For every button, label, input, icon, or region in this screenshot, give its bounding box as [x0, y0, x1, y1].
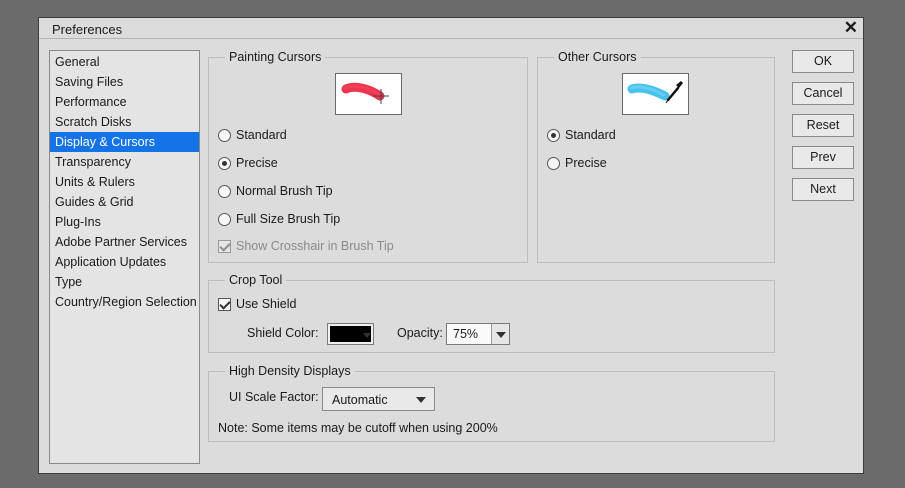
radio-circle[interactable]	[218, 184, 231, 198]
crop-tool-group: Crop Tool Use Shield Shield Color: Opaci…	[208, 273, 775, 353]
high-density-title: High Density Displays	[225, 364, 355, 378]
crop-tool-title: Crop Tool	[225, 273, 287, 287]
checkbox-label: Show Crosshair in Brush Tip	[236, 239, 394, 253]
shield-color-label: Shield Color:	[247, 326, 319, 340]
close-icon[interactable]: ✕	[844, 19, 858, 37]
option-label: Standard	[565, 128, 616, 142]
nav-item-type[interactable]: Type	[50, 272, 199, 292]
nav-item-general[interactable]: General	[50, 52, 199, 72]
checkbox-label: Use Shield	[236, 297, 297, 311]
category-list: General Saving Files Performance Scratch…	[49, 50, 200, 464]
radio-circle[interactable]	[547, 128, 560, 142]
painting-cursor-preview	[335, 73, 402, 115]
painting-full-size-brush-tip-radio[interactable]: Full Size Brush Tip	[218, 210, 340, 228]
high-density-note: Note: Some items may be cutoff when usin…	[218, 421, 498, 435]
nav-item-adobe-partner-services[interactable]: Adobe Partner Services	[50, 232, 199, 252]
opacity-value[interactable]: 75%	[453, 327, 478, 341]
option-label: Normal Brush Tip	[236, 184, 333, 198]
chevron-down-icon[interactable]	[412, 389, 430, 409]
nav-item-country-region-selection[interactable]: Country/Region Selection	[50, 292, 199, 312]
ui-scale-factor-label: UI Scale Factor:	[229, 390, 319, 404]
checkbox-box[interactable]	[218, 297, 231, 311]
shield-color-swatch[interactable]	[327, 323, 374, 345]
ui-scale-factor-value[interactable]: Automatic	[332, 393, 388, 407]
nav-item-plug-ins[interactable]: Plug-Ins	[50, 212, 199, 232]
nav-item-transparency[interactable]: Transparency	[50, 152, 199, 172]
radio-circle[interactable]	[218, 212, 231, 226]
painting-standard-radio[interactable]: Standard	[218, 126, 287, 144]
painting-precise-radio[interactable]: Precise	[218, 154, 278, 172]
painting-cursors-title: Painting Cursors	[225, 50, 326, 64]
cancel-button[interactable]: Cancel	[792, 82, 854, 105]
use-shield-checkbox[interactable]: Use Shield	[218, 295, 296, 313]
radio-circle[interactable]	[218, 156, 231, 170]
nav-item-display-cursors[interactable]: Display & Cursors	[50, 132, 199, 152]
opacity-combo[interactable]: 75%	[446, 323, 510, 345]
prev-button[interactable]: Prev	[792, 146, 854, 169]
radio-circle[interactable]	[547, 156, 560, 170]
option-label: Standard	[236, 128, 287, 142]
opacity-label: Opacity:	[397, 326, 443, 340]
painting-normal-brush-tip-radio[interactable]: Normal Brush Tip	[218, 182, 333, 200]
ui-scale-factor-select[interactable]: Automatic	[322, 387, 435, 411]
painting-cursors-group: Painting Cursors Standard Precise Normal…	[208, 50, 528, 263]
option-label: Full Size Brush Tip	[236, 212, 341, 226]
other-cursors-title: Other Cursors	[554, 50, 641, 64]
chevron-down-icon	[363, 333, 371, 338]
eyedropper-icon	[627, 81, 683, 104]
option-label: Precise	[565, 156, 607, 170]
chevron-down-icon[interactable]	[491, 324, 509, 344]
dialog-title: Preferences	[52, 22, 123, 37]
high-density-group: High Density Displays UI Scale Factor: A…	[208, 364, 775, 442]
other-standard-radio[interactable]: Standard	[547, 126, 616, 144]
other-precise-radio[interactable]: Precise	[547, 154, 607, 172]
radio-circle[interactable]	[218, 128, 231, 142]
other-cursors-group: Other Cursors Standard Precise	[537, 50, 775, 263]
reset-button[interactable]: Reset	[792, 114, 854, 137]
checkbox-box	[218, 239, 231, 253]
nav-item-units-rulers[interactable]: Units & Rulers	[50, 172, 199, 192]
nav-item-performance[interactable]: Performance	[50, 92, 199, 112]
title-bar: Preferences ✕	[39, 18, 863, 39]
nav-item-application-updates[interactable]: Application Updates	[50, 252, 199, 272]
option-label: Precise	[236, 156, 278, 170]
preferences-dialog: Preferences ✕ General Saving Files Perfo…	[38, 17, 864, 474]
next-button[interactable]: Next	[792, 178, 854, 201]
painting-cursor-preview-icon	[341, 82, 389, 104]
ok-button[interactable]: OK	[792, 50, 854, 73]
show-crosshair-checkbox: Show Crosshair in Brush Tip	[218, 237, 394, 255]
other-cursor-preview	[622, 73, 689, 115]
nav-item-scratch-disks[interactable]: Scratch Disks	[50, 112, 199, 132]
nav-item-saving-files[interactable]: Saving Files	[50, 72, 199, 92]
nav-item-guides-grid[interactable]: Guides & Grid	[50, 192, 199, 212]
